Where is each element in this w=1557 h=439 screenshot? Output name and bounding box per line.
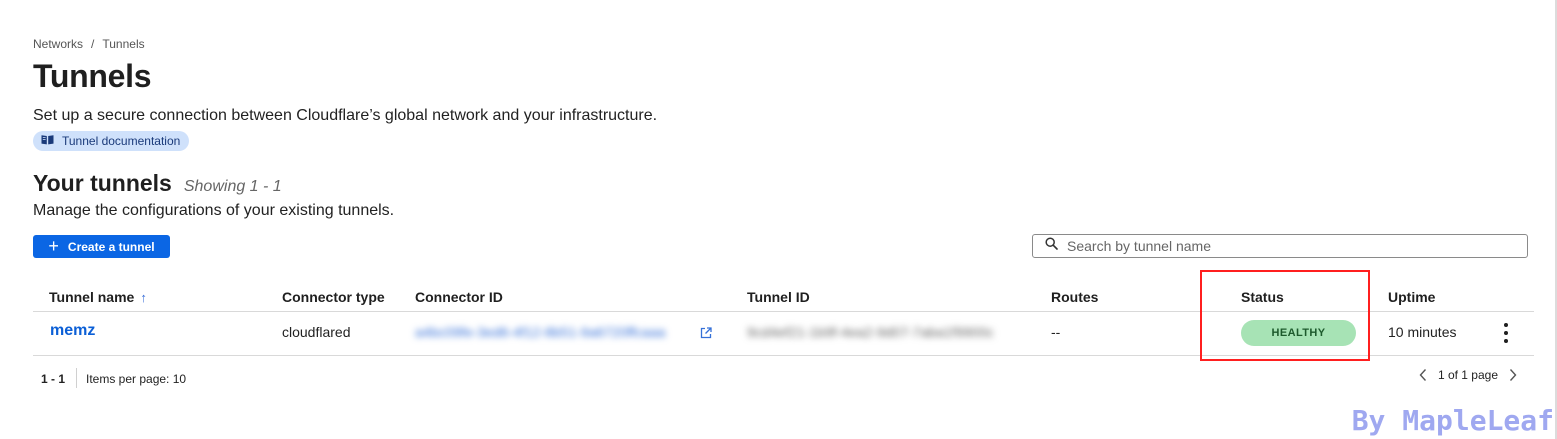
column-header-connector-type: Connector type <box>282 289 385 305</box>
column-header-tunnel-name[interactable]: Tunnel name ↑ <box>49 289 147 305</box>
create-tunnel-label: Create a tunnel <box>67 239 155 254</box>
plus-icon: + <box>48 235 59 256</box>
chevron-right-icon[interactable] <box>1508 368 1518 382</box>
column-header-routes: Routes <box>1051 289 1099 305</box>
breadcrumb-separator: / <box>91 37 95 51</box>
book-icon <box>41 134 54 148</box>
column-header-tunnel-id: Tunnel ID <box>747 289 810 305</box>
tunnel-name-link[interactable]: memz <box>50 322 95 340</box>
connector-type-cell: cloudflared <box>282 324 351 340</box>
page-title: Tunnels <box>33 58 152 94</box>
tunnel-documentation-label: Tunnel documentation <box>62 134 181 148</box>
section-title: Your tunnels <box>33 170 172 196</box>
row-actions-menu-icon[interactable] <box>1499 321 1513 345</box>
tunnel-documentation-link[interactable]: Tunnel documentation <box>33 131 190 151</box>
breadcrumb-networks[interactable]: Networks <box>33 37 83 51</box>
status-badge: HEALTHY <box>1241 320 1356 346</box>
connector-id-link[interactable]: a4bc09fe-3ed6-4f12-8b51-9a6720ffcaaa <box>415 324 693 340</box>
showing-count: Showing 1 - 1 <box>183 178 282 195</box>
table-footer: 1 - 1 Items per page: 10 1 of 1 page <box>33 368 1534 390</box>
column-header-status: Status <box>1241 289 1284 305</box>
items-per-page-selector[interactable]: Items per page: 10 <box>86 372 186 386</box>
watermark: By MapleLeaf <box>1351 404 1554 437</box>
page-info: 1 of 1 page <box>1437 368 1498 382</box>
routes-cell: -- <box>1051 324 1061 340</box>
tunnels-page: Networks / Tunnels Tunnels Set up a secu… <box>0 0 1557 439</box>
column-label: Tunnel name <box>49 289 135 305</box>
breadcrumb-tunnels: Tunnels <box>102 37 145 51</box>
sort-ascending-icon: ↑ <box>140 289 147 305</box>
footer-divider <box>76 368 77 388</box>
search-icon <box>1045 237 1058 255</box>
create-tunnel-button[interactable]: + Create a tunnel <box>33 235 170 258</box>
pagination: 1 of 1 page <box>1418 368 1518 382</box>
page-subtitle: Set up a secure connection between Cloud… <box>33 107 658 124</box>
section-subtitle: Manage the configurations of your existi… <box>33 202 395 219</box>
column-header-uptime: Uptime <box>1388 289 1436 305</box>
external-link-icon[interactable] <box>700 326 712 339</box>
tunnel-id-cell: 9cd4ef21-1b9f-4ea2-9d07-7aba1f9900c <box>747 324 994 340</box>
your-tunnels-heading: Your tunnels Showing 1 - 1 <box>33 170 282 197</box>
table-header: Tunnel name ↑ Connector type Connector I… <box>33 281 1534 312</box>
column-header-connector-id: Connector ID <box>415 289 503 305</box>
table-row: memz cloudflared a4bc09fe-3ed6-4f12-8b51… <box>33 312 1534 356</box>
chevron-left-icon[interactable] <box>1418 368 1428 382</box>
search-input[interactable] <box>1067 238 1497 254</box>
search-box <box>1032 234 1528 258</box>
uptime-cell: 10 minutes <box>1388 324 1457 340</box>
breadcrumb: Networks / Tunnels <box>33 37 145 51</box>
range-label: 1 - 1 <box>41 372 66 386</box>
